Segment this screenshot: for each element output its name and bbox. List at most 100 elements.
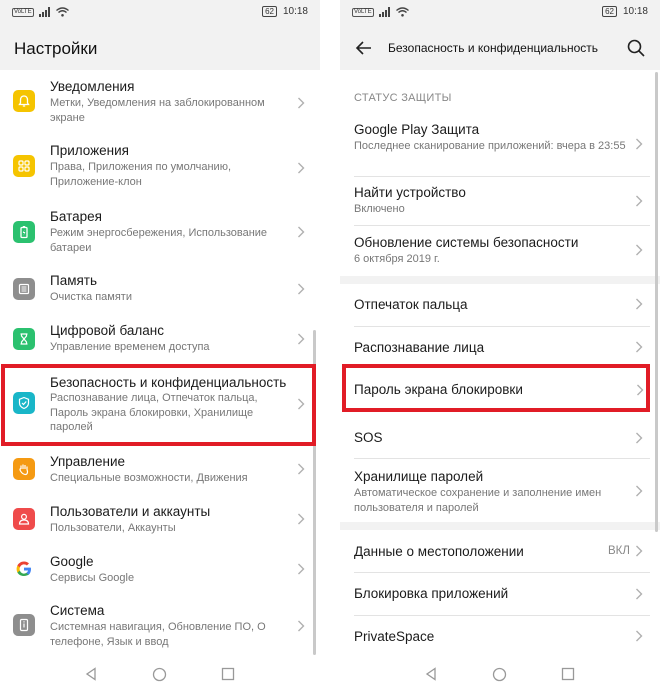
item-subtitle: Метки, Уведомления на заблокированном эк… [50,97,265,124]
item-subtitle: Права, Приложения по умолчанию, Приложен… [50,161,232,188]
chevron-right-icon [636,432,643,444]
phone-info-icon [13,614,35,636]
item-title: Память [50,273,98,288]
chevron-right-icon [636,195,643,207]
search-icon[interactable] [626,38,646,58]
item-subtitle: Системная навигация, Обновление ПО, О те… [50,621,266,648]
settings-item-users-accounts[interactable]: Пользователи и аккаунты Пользователи, Ак… [0,496,320,546]
volte-indicator: VoLTE [12,7,34,17]
chevron-right-icon [298,463,305,475]
password-vault-item[interactable]: Хранилище паролей Автоматическое сохране… [340,459,660,520]
item-title: Найти устройство [354,185,466,200]
security-update-item[interactable]: Обновление системы безопасности 6 октябр… [340,226,660,274]
chevron-right-icon [636,545,643,557]
recents-square-icon[interactable] [561,667,575,681]
google-play-protect-item[interactable]: Google Play Защита Последнее сканировани… [340,112,660,176]
item-subtitle: Последнее сканирование приложений: вчера… [354,140,626,152]
chevron-right-icon [298,283,305,295]
hand-icon [13,458,35,480]
settings-item-accessibility[interactable]: Управление Специальные возможности, Движ… [0,446,320,496]
signal-icon [38,7,50,17]
settings-item-google[interactable]: Google Сервисы Google [0,546,320,596]
item-subtitle: 6 октября 2019 г. [354,253,440,265]
back-arrow-icon[interactable] [354,38,374,58]
chevron-right-icon [636,298,643,310]
item-title: Отпечаток пальца [354,297,468,312]
item-title: Приложения [50,143,129,158]
battery-icon [13,221,35,243]
chevron-right-icon [636,630,643,642]
chevron-right-icon [298,226,305,238]
section-separator [340,522,660,530]
hourglass-icon [13,328,35,350]
clock: 10:18 [282,6,308,17]
item-subtitle: Включено [354,203,405,215]
item-title: Хранилище паролей [354,469,484,484]
user-icon [13,508,35,530]
chevron-right-icon [298,513,305,525]
wifi-icon [55,7,69,17]
item-title: Google Play Защита [354,122,480,137]
settings-item-battery[interactable]: Батарея Режим энергосбережения, Использо… [0,200,320,264]
item-title: Блокировка приложений [354,586,509,601]
sos-item[interactable]: SOS [340,416,660,458]
highlight-box [342,364,650,412]
highlight-box [1,364,316,446]
back-triangle-icon[interactable] [84,667,98,681]
security-privacy-screen: VoLTE 62 10:18 Безопасность и конфиденци… [340,0,660,694]
navigation-bar [340,655,660,694]
item-title: Распознавание лица [354,340,485,355]
fingerprint-item[interactable]: Отпечаток пальца [340,284,660,326]
chevron-right-icon [636,244,643,256]
chevron-right-icon [636,485,643,497]
item-subtitle: Пользователи, Аккаунты [50,522,176,534]
page-title: Безопасность и конфиденциальность [388,41,599,55]
scrollbar[interactable] [655,72,658,532]
private-space-item[interactable]: PrivateSpace [340,616,660,656]
item-title: Данные о местоположении [354,544,524,559]
volte-indicator: VoLTE [352,7,374,17]
chevron-right-icon [298,620,305,632]
wifi-icon [395,7,409,17]
location-data-item[interactable]: Данные о местоположении ВКЛ [340,530,660,572]
page-title: Настройки [14,39,98,58]
settings-item-apps[interactable]: Приложения Права, Приложения по умолчани… [0,132,320,200]
battery-indicator: 62 [602,6,617,17]
item-title: Батарея [50,209,102,224]
find-device-item[interactable]: Найти устройство Включено [340,177,660,225]
app-lock-item[interactable]: Блокировка приложений [340,573,660,615]
back-triangle-icon[interactable] [424,667,438,681]
chevron-right-icon [298,333,305,345]
item-subtitle: Специальные возможности, Движения [50,472,248,484]
face-recognition-item[interactable]: Распознавание лица [340,327,660,368]
settings-item-system[interactable]: Система Системная навигация, Обновление … [0,596,320,656]
item-title: PrivateSpace [354,629,435,644]
settings-item-notifications[interactable]: Уведомления Метки, Уведомления на заблок… [0,70,320,132]
item-title: Цифровой баланс [50,323,164,338]
screen-gap [320,0,340,694]
chevron-right-icon [636,588,643,600]
chevron-right-icon [298,97,305,109]
status-bar: VoLTE 62 10:18 [0,0,320,26]
clock: 10:18 [622,6,648,17]
settings-screen: VoLTE 62 10:18 Настройки Уведомления Мет… [0,0,320,694]
navigation-bar [0,655,320,694]
battery-indicator: 62 [262,6,277,17]
settings-item-digital-balance[interactable]: Цифровой баланс Управление временем дост… [0,314,320,364]
location-status-value: ВКЛ [608,545,630,557]
security-header: Безопасность и конфиденциальность [340,26,660,70]
item-title: Управление [50,454,126,469]
recents-square-icon[interactable] [221,667,235,681]
google-icon [13,558,35,580]
section-separator [340,276,660,284]
home-circle-icon[interactable] [492,667,507,682]
chevron-right-icon [298,563,305,575]
apps-grid-icon [13,155,35,177]
home-circle-icon[interactable] [152,667,167,682]
item-title: Система [50,603,105,618]
settings-item-storage[interactable]: Память Очистка памяти [0,264,320,314]
item-title: SOS [354,430,383,445]
signal-icon [378,7,390,17]
item-subtitle: Режим энергосбережения, Использование ба… [50,227,268,254]
chevron-right-icon [636,138,643,150]
